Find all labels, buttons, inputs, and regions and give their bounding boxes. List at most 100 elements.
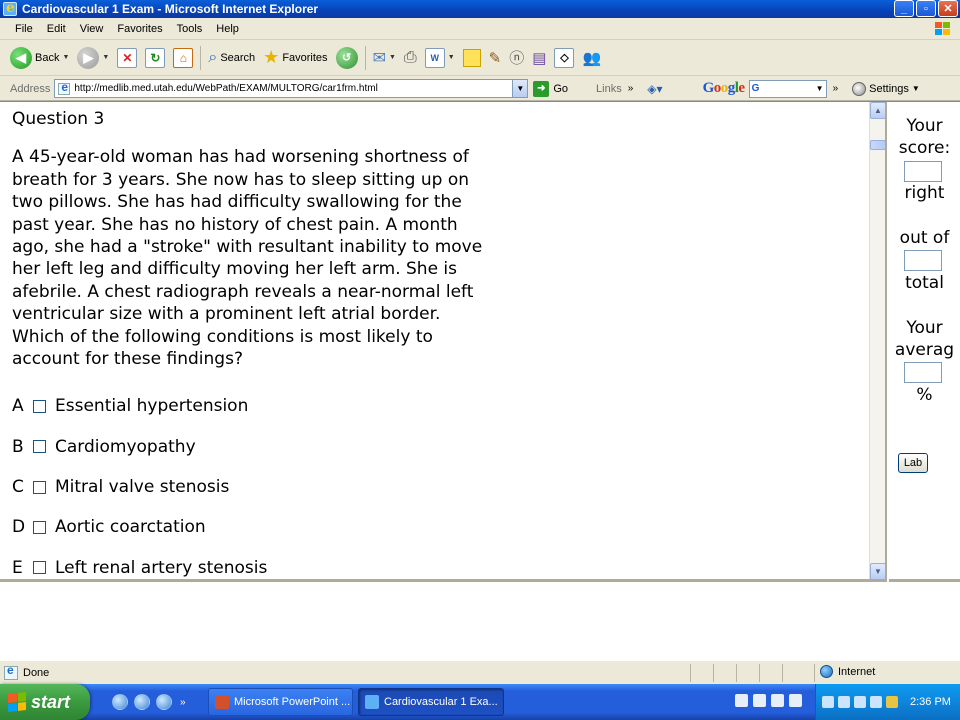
address-dropdown-icon[interactable]: ▼	[512, 80, 528, 97]
history-button[interactable]: ↺	[332, 43, 362, 73]
answer-checkbox[interactable]	[33, 521, 46, 534]
your-average-label: Your	[906, 318, 943, 338]
menu-view[interactable]: View	[73, 23, 111, 35]
settings-button[interactable]: Settings ▼	[852, 81, 920, 96]
tray-arrow-icon[interactable]	[822, 696, 834, 708]
standard-toolbar: ◀ Back ▼ ▶ ▼ ✕ ↻ ⌂ ⌕ Search ★ Favorites …	[0, 40, 960, 76]
back-button[interactable]: ◀ Back ▼	[6, 43, 73, 73]
print-button[interactable]: ⎙	[400, 43, 421, 73]
answer-checkbox[interactable]	[33, 480, 46, 494]
google-more-chevron-icon[interactable]: »	[833, 83, 839, 94]
menu-favorites[interactable]: Favorites	[110, 23, 169, 35]
answer-checkbox[interactable]	[33, 440, 46, 454]
quick-launch-chevron-icon[interactable]: »	[180, 697, 186, 708]
media-player-icon[interactable]	[156, 694, 172, 710]
notes-icon[interactable]	[789, 694, 802, 707]
status-cell-divider	[759, 664, 760, 682]
media-button[interactable]: ▤	[528, 43, 550, 73]
google-search-input[interactable]: G ▼	[748, 79, 827, 98]
option-letter: B	[12, 436, 24, 457]
show-desktop-icon[interactable]	[112, 694, 128, 710]
go-label: Go	[553, 82, 569, 95]
links-label[interactable]: Links	[596, 83, 622, 95]
users-button[interactable]: 👥	[578, 43, 605, 73]
refresh-button[interactable]: ↻	[141, 43, 169, 73]
page-icon	[58, 80, 71, 95]
tools-icon[interactable]	[771, 694, 784, 707]
ie-quicklaunch-icon[interactable]	[134, 694, 150, 710]
mail-dropdown-icon[interactable]: ▼	[389, 54, 396, 61]
score-total-field[interactable]	[904, 250, 942, 271]
alert-icon[interactable]	[886, 696, 898, 708]
antivirus-icon[interactable]	[870, 696, 882, 708]
status-cell-divider	[814, 664, 815, 682]
favorites-label: Favorites	[282, 51, 328, 64]
globe-icon	[820, 665, 833, 678]
answer-option-e[interactable]: E Left renal artery stenosis	[12, 548, 492, 579]
answer-checkbox[interactable]	[33, 400, 46, 414]
restore-button[interactable]: ▫	[916, 0, 936, 17]
scroll-thumb[interactable]	[870, 140, 885, 150]
refresh-icon: ↻	[145, 47, 166, 68]
discuss-button[interactable]	[459, 43, 485, 73]
scroll-up-icon[interactable]: ▲	[870, 102, 885, 119]
minimize-button[interactable]: _	[894, 0, 914, 17]
taskbar-ie-exam[interactable]: Cardiovascular 1 Exa...	[358, 688, 504, 716]
answer-option-c[interactable]: C Mitral valve stenosis	[12, 467, 492, 507]
google-search-value[interactable]: G	[752, 83, 760, 94]
menu-file[interactable]: File	[8, 23, 40, 35]
clock[interactable]: 2:36 PM	[910, 696, 951, 708]
forward-button[interactable]: ▶ ▼	[73, 43, 113, 73]
window-title: Cardiovascular 1 Exam - Microsoft Intern…	[22, 2, 319, 16]
stop-button[interactable]: ✕	[113, 43, 141, 73]
home-button[interactable]: ⌂	[169, 43, 197, 73]
edit-button[interactable]: W ▼	[421, 43, 459, 73]
answer-checkbox[interactable]	[33, 561, 46, 575]
close-button[interactable]: ✕	[938, 0, 958, 17]
out-of-label: out of	[899, 228, 950, 248]
go-arrow-icon: ➜	[533, 80, 550, 97]
media-icon: ▤	[532, 49, 547, 67]
fullscreen-button[interactable]: ◇	[550, 43, 578, 73]
answer-option-a[interactable]: A Essential hypertension	[12, 386, 492, 426]
word-icon: W	[424, 47, 445, 68]
google-dropdown-icon[interactable]: ▼	[816, 84, 824, 93]
translate-icon[interactable]: ◈▾	[647, 82, 662, 96]
question-heading: Question 3	[12, 109, 105, 129]
pen-icon[interactable]	[735, 694, 748, 707]
address-url[interactable]: http://medlib.med.utah.edu/WebPath/EXAM/…	[74, 83, 377, 94]
option-text: Mitral valve stenosis	[55, 477, 230, 497]
printer-icon: ⎙	[403, 48, 417, 66]
back-dropdown-icon[interactable]: ▼	[62, 54, 69, 61]
address-input[interactable]: http://medlib.med.utah.edu/WebPath/EXAM/…	[54, 79, 529, 98]
links-chevron-icon[interactable]: »	[628, 83, 634, 94]
toolbar-tray	[735, 694, 802, 707]
monitor-icon[interactable]	[753, 694, 766, 707]
answer-option-d[interactable]: D Aortic coarctation	[12, 507, 492, 547]
go-button[interactable]: ➜ Go	[533, 80, 569, 97]
option-text: Cardiomyopathy	[55, 436, 196, 457]
messenger-button[interactable]: ⓝ	[505, 43, 528, 73]
answer-option-b[interactable]: B Cardiomyopathy	[12, 427, 492, 467]
forward-dropdown-icon[interactable]: ▼	[102, 54, 109, 61]
average-field[interactable]	[904, 362, 942, 383]
powerpoint-icon	[215, 695, 229, 709]
title-bar: Cardiovascular 1 Exam - Microsoft Intern…	[0, 0, 960, 18]
score-frame: Your score: right out of total Your aver…	[889, 102, 960, 582]
question-scrollbar[interactable]: ▲ ▼	[869, 102, 885, 579]
scroll-down-icon[interactable]: ▼	[870, 563, 885, 579]
taskbar-powerpoint[interactable]: Microsoft PowerPoint ...	[208, 688, 353, 716]
menu-tools[interactable]: Tools	[170, 23, 210, 35]
search-button[interactable]: ⌕ Search	[204, 43, 259, 73]
edit-dropdown-icon[interactable]: ▼	[448, 54, 455, 61]
score-right-field[interactable]	[904, 161, 942, 182]
menu-edit[interactable]: Edit	[40, 23, 73, 35]
research-button[interactable]: ✎	[485, 43, 506, 73]
volume-icon[interactable]	[854, 696, 866, 708]
favorites-button[interactable]: ★ Favorites	[259, 43, 331, 73]
menu-help[interactable]: Help	[209, 23, 246, 35]
start-button[interactable]: start	[0, 684, 90, 720]
lab-button[interactable]: Lab	[898, 453, 928, 473]
network-icon[interactable]	[838, 696, 850, 708]
mail-button[interactable]: ✉ ▼	[369, 43, 400, 73]
